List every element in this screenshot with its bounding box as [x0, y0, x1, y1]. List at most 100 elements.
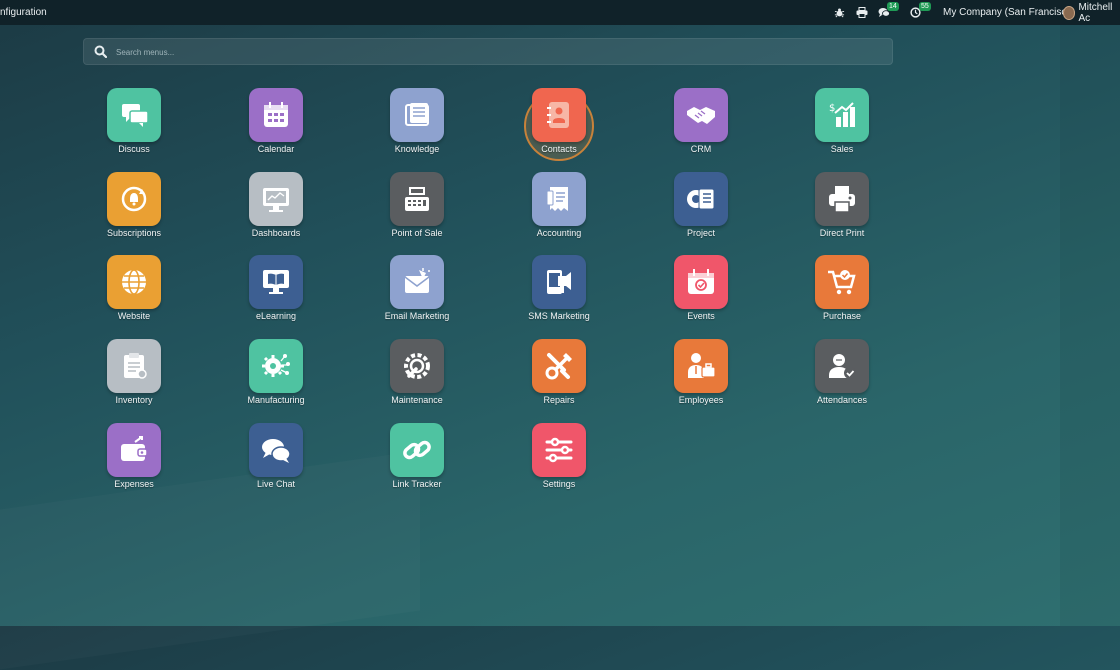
app-manufacturing[interactable]: Manufacturing: [221, 339, 331, 417]
app-accounting[interactable]: Accounting: [504, 172, 614, 250]
app-tile[interactable]: [249, 255, 303, 309]
app-tile[interactable]: [674, 339, 728, 393]
app-purchase[interactable]: Purchase: [787, 255, 897, 333]
app-tile[interactable]: [532, 423, 586, 477]
app-label: Events: [687, 311, 715, 321]
app-label: Email Marketing: [384, 311, 450, 321]
app-expenses[interactable]: Expenses: [79, 423, 189, 501]
app-live-chat[interactable]: Live Chat: [221, 423, 331, 501]
app-tile[interactable]: [532, 339, 586, 393]
app-tile[interactable]: [674, 255, 728, 309]
app-events[interactable]: Events: [646, 255, 756, 333]
app-label: Sales: [830, 144, 854, 154]
app-tile[interactable]: [532, 255, 586, 309]
cash-register-icon: [405, 187, 429, 211]
app-link-tracker[interactable]: Link Tracker: [362, 423, 472, 501]
app-tile[interactable]: [107, 255, 161, 309]
app-direct-print[interactable]: Direct Print: [787, 172, 897, 250]
discuss-icon: [122, 104, 149, 127]
app-employees[interactable]: Employees: [646, 339, 756, 417]
search-icon: [94, 45, 108, 63]
background-shape: [0, 450, 420, 669]
link-icon: [403, 440, 431, 460]
app-tile[interactable]: [249, 88, 303, 142]
app-crm[interactable]: CRM: [646, 88, 756, 166]
printer-icon: [829, 186, 855, 213]
messages-button[interactable]: 14: [878, 2, 902, 20]
app-sms-marketing[interactable]: SMS Marketing: [504, 255, 614, 333]
app-tile[interactable]: [390, 339, 444, 393]
globe-icon: [122, 269, 146, 295]
app-website[interactable]: Website: [79, 255, 189, 333]
app-label: Inventory: [115, 395, 153, 405]
app-label: Project: [686, 228, 715, 238]
app-tile[interactable]: [390, 172, 444, 226]
app-point-of-sale[interactable]: Point of Sale: [362, 172, 472, 250]
app-settings[interactable]: Settings: [504, 423, 614, 501]
app-project[interactable]: Project: [646, 172, 756, 250]
calendar-icon: [264, 102, 288, 127]
project-icon: [687, 188, 715, 210]
maintenance-icon: [404, 353, 430, 379]
avatar: [1063, 5, 1076, 20]
user-menu[interactable]: Mitchell Ac: [1063, 2, 1120, 24]
app-tile[interactable]: [107, 423, 161, 477]
app-repairs[interactable]: Repairs: [504, 339, 614, 417]
app-label: Purchase: [822, 311, 862, 321]
app-tile[interactable]: [390, 423, 444, 477]
app-discuss[interactable]: Discuss: [79, 88, 189, 166]
manufacturing-icon: [262, 354, 290, 377]
app-tile[interactable]: [532, 88, 586, 142]
app-label: Employees: [678, 395, 724, 405]
accounting-icon: [546, 187, 568, 211]
app-label: Live Chat: [256, 479, 296, 489]
app-tile[interactable]: [815, 255, 869, 309]
activities-button[interactable]: 55: [910, 2, 934, 20]
app-tile[interactable]: [390, 255, 444, 309]
user-name: Mitchell Ac: [1078, 1, 1113, 24]
app-tile[interactable]: [390, 88, 444, 142]
app-attendances[interactable]: Attendances: [787, 339, 897, 417]
app-contacts[interactable]: Contacts: [504, 88, 614, 166]
app-calendar[interactable]: Calendar: [221, 88, 331, 166]
live-chat-icon: [262, 439, 291, 463]
app-sales[interactable]: $ Sales: [787, 88, 897, 166]
breadcrumb[interactable]: nfiguration: [0, 7, 47, 18]
printer-icon[interactable]: [856, 5, 868, 20]
settings-sliders-icon: [545, 437, 573, 463]
app-tile[interactable]: [249, 339, 303, 393]
app-elearning[interactable]: eLearning: [221, 255, 331, 333]
app-tile[interactable]: [674, 172, 728, 226]
app-tile[interactable]: [107, 172, 161, 226]
search-bar: [83, 38, 893, 65]
app-tile[interactable]: [249, 172, 303, 226]
app-label: Website: [117, 311, 151, 321]
app-inventory[interactable]: Inventory: [79, 339, 189, 417]
app-label: Accounting: [536, 228, 582, 238]
app-subscriptions[interactable]: Subscriptions: [79, 172, 189, 250]
app-tile[interactable]: [107, 339, 161, 393]
app-tile[interactable]: [532, 172, 586, 226]
app-tile[interactable]: [107, 88, 161, 142]
elearning-icon: [263, 270, 289, 294]
sales-chart-icon: $: [829, 102, 855, 127]
bug-icon[interactable]: [834, 5, 845, 20]
app-tile[interactable]: [815, 339, 869, 393]
app-email-marketing[interactable]: Email Marketing: [362, 255, 472, 333]
handshake-icon: [687, 107, 715, 124]
app-tile[interactable]: [815, 172, 869, 226]
company-switcher[interactable]: My Company (San Francisco): [943, 5, 1075, 20]
app-tile[interactable]: $: [815, 88, 869, 142]
app-tile[interactable]: [674, 88, 728, 142]
email-marketing-icon: [404, 268, 430, 293]
app-label: Point of Sale: [391, 228, 443, 238]
app-dashboards[interactable]: Dashboards: [221, 172, 331, 250]
app-tile[interactable]: [249, 423, 303, 477]
app-label: Expenses: [114, 479, 154, 489]
search-input[interactable]: [114, 43, 878, 62]
app-knowledge[interactable]: Knowledge: [362, 88, 472, 166]
app-label: Contacts: [541, 144, 577, 154]
app-label: eLearning: [255, 311, 297, 321]
app-maintenance[interactable]: Maintenance: [362, 339, 472, 417]
attendances-icon: [829, 354, 856, 379]
